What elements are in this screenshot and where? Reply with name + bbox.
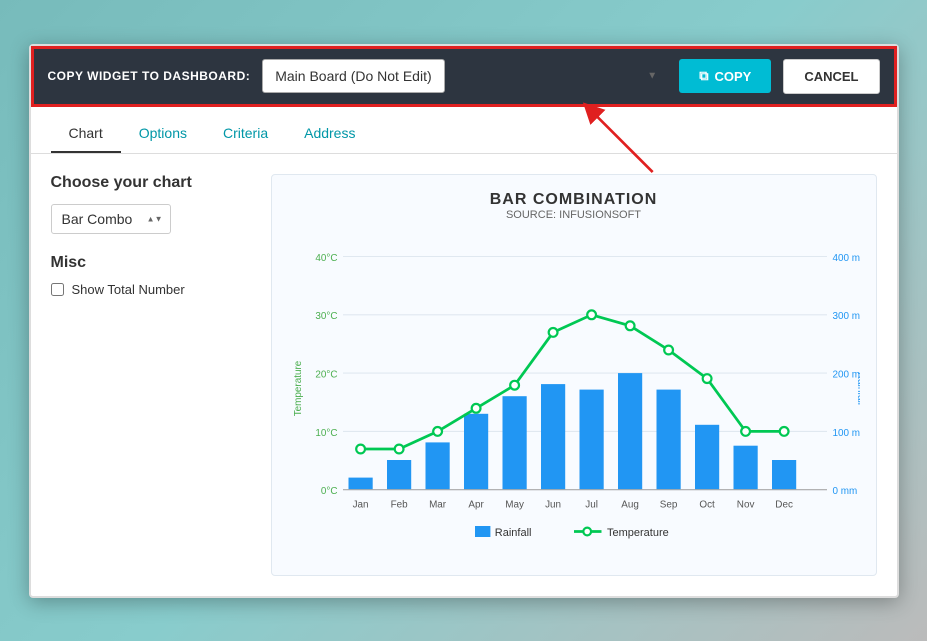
svg-text:300 mm: 300 mm: [832, 311, 860, 322]
svg-text:Temperature: Temperature: [293, 360, 304, 416]
chart-type-select-wrapper: Bar Combo Line Pie Bar: [51, 204, 171, 234]
dashboard-select-wrapper: Main Board (Do Not Edit) Secondary Board…: [262, 59, 667, 93]
svg-text:100 mm: 100 mm: [832, 427, 860, 438]
svg-text:Rainfall: Rainfall: [494, 526, 531, 538]
chart-area: BAR COMBINATION SOURCE: INFUSIONSOFT 40°…: [271, 174, 877, 576]
svg-text:Nov: Nov: [736, 499, 754, 510]
chart-title: BAR COMBINATION: [288, 191, 860, 209]
svg-text:400 mm: 400 mm: [832, 252, 860, 263]
svg-text:40°C: 40°C: [315, 252, 337, 263]
tab-criteria[interactable]: Criteria: [205, 115, 286, 153]
show-total-label: Show Total Number: [72, 282, 185, 297]
svg-text:Rainfall: Rainfall: [854, 371, 859, 404]
misc-section: Misc Show Total Number: [51, 254, 251, 297]
copy-icon: ⧉: [699, 68, 708, 84]
svg-text:0 mm: 0 mm: [832, 486, 857, 497]
svg-text:Apr: Apr: [468, 499, 484, 510]
show-total-row[interactable]: Show Total Number: [51, 282, 251, 297]
main-content: Choose your chart Bar Combo Line Pie Bar…: [31, 154, 897, 596]
svg-text:Jun: Jun: [545, 499, 561, 510]
tab-options[interactable]: Options: [121, 115, 205, 153]
svg-text:Jul: Jul: [585, 499, 598, 510]
svg-text:30°C: 30°C: [315, 311, 337, 322]
modal-dialog: COPY WIDGET TO DASHBOARD: Main Board (Do…: [29, 44, 899, 598]
dashboard-select[interactable]: Main Board (Do Not Edit) Secondary Board…: [262, 59, 445, 93]
chart-container: 40°C 30°C 20°C 10°C 0°C 400 mm 300 mm 20…: [288, 229, 860, 559]
svg-text:Temperature: Temperature: [607, 526, 669, 538]
chart-subtitle: SOURCE: INFUSIONSOFT: [288, 209, 860, 221]
svg-text:10°C: 10°C: [315, 427, 337, 438]
choose-chart-title: Choose your chart: [51, 174, 251, 192]
svg-text:Dec: Dec: [775, 499, 793, 510]
copy-widget-label: COPY WIDGET TO DASHBOARD:: [48, 69, 251, 83]
svg-text:May: May: [505, 499, 524, 510]
svg-text:0°C: 0°C: [320, 486, 337, 497]
tab-address[interactable]: Address: [286, 115, 373, 153]
misc-title: Misc: [51, 254, 251, 272]
copy-button[interactable]: ⧉ COPY: [679, 59, 771, 93]
tab-chart[interactable]: Chart: [51, 115, 121, 153]
svg-text:Mar: Mar: [429, 499, 447, 510]
svg-text:Sep: Sep: [659, 499, 677, 510]
svg-text:Oct: Oct: [699, 499, 715, 510]
svg-text:Aug: Aug: [621, 499, 639, 510]
show-total-checkbox[interactable]: [51, 283, 64, 296]
bar-combo-chart: 40°C 30°C 20°C 10°C 0°C 400 mm 300 mm 20…: [288, 229, 860, 559]
svg-text:20°C: 20°C: [315, 369, 337, 380]
left-panel: Choose your chart Bar Combo Line Pie Bar…: [51, 174, 251, 576]
copy-bar-wrapper: COPY WIDGET TO DASHBOARD: Main Board (Do…: [31, 46, 897, 107]
copy-bar: COPY WIDGET TO DASHBOARD: Main Board (Do…: [34, 49, 894, 104]
tabs-bar: Chart Options Criteria Address: [31, 107, 897, 154]
svg-text:Jan: Jan: [352, 499, 368, 510]
chart-type-select[interactable]: Bar Combo Line Pie Bar: [51, 204, 171, 234]
svg-text:Feb: Feb: [390, 499, 408, 510]
cancel-button[interactable]: CANCEL: [783, 59, 879, 94]
